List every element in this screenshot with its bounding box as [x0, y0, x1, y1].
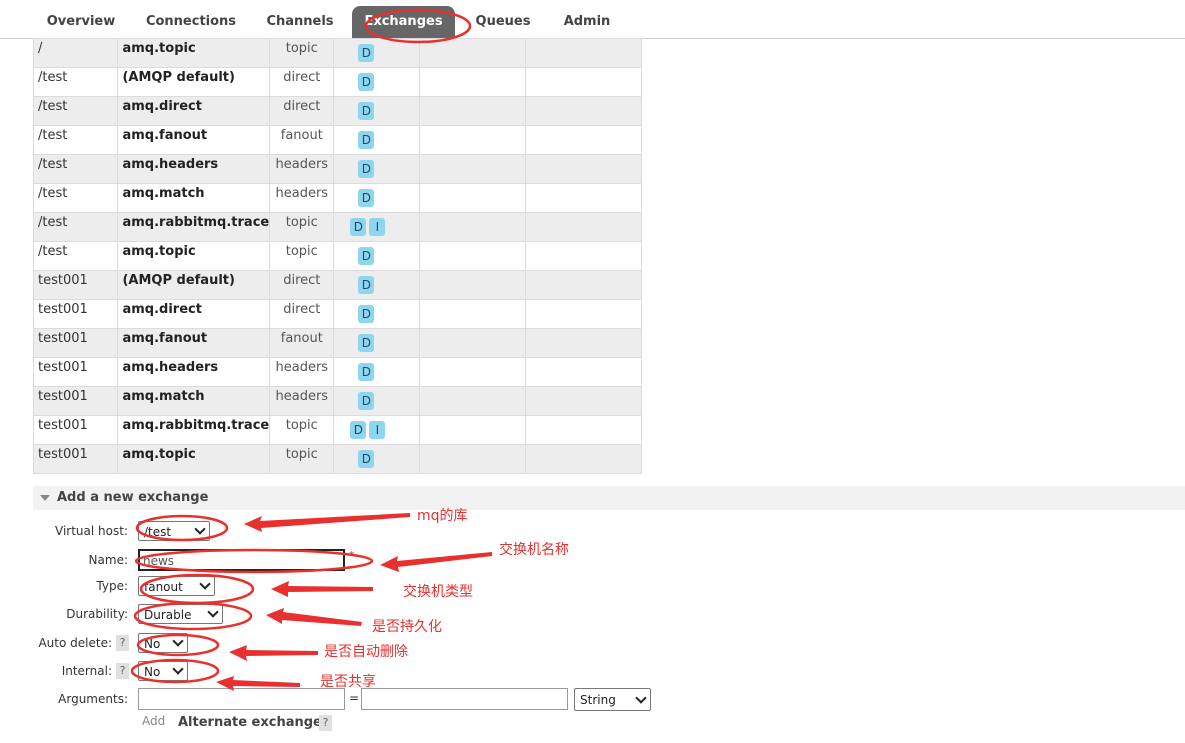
auto-delete-annotation: 是否自动删除: [324, 644, 408, 660]
durability-arrow: [266, 608, 362, 626]
vhost-arrow: [244, 513, 410, 532]
vhost-annotation: mq的库: [417, 508, 468, 524]
name-annotation: 交换机名称: [499, 542, 569, 558]
auto-delete-circle: [136, 633, 220, 657]
exchanges-tab-circle: [364, 8, 472, 44]
type-circle: [139, 573, 255, 605]
name-circle: [134, 548, 374, 574]
internal-annotation: 是否共享: [320, 674, 376, 690]
type-arrow: [271, 581, 373, 597]
durability-annotation: 是否持久化: [372, 619, 442, 635]
internal-circle: [130, 658, 220, 684]
durability-circle: [133, 601, 253, 631]
internal-arrow: [216, 676, 300, 691]
vhost-circle: [135, 514, 229, 542]
name-arrow: [380, 552, 492, 572]
annotation-overlay: [130, 8, 492, 691]
auto-delete-arrow: [229, 645, 318, 661]
type-annotation: 交换机类型: [403, 584, 473, 600]
